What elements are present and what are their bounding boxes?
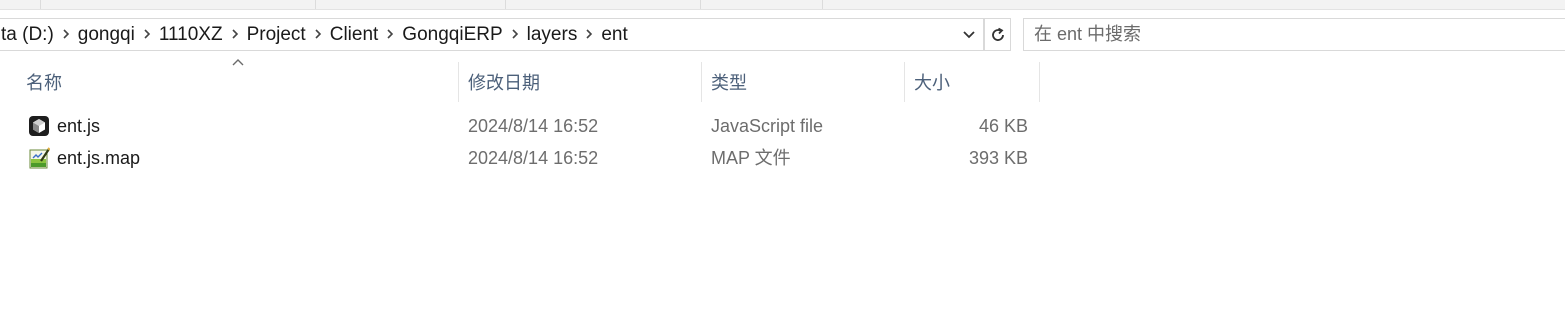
column-header-date[interactable]: 修改日期 [468,62,698,102]
file-row[interactable]: ent.js 2024/8/14 16:52 JavaScript file 4… [0,110,1040,142]
chevron-right-icon[interactable] [312,28,324,40]
javascript-file-icon [29,116,49,136]
breadcrumb-segment[interactable]: GongqiERP [396,24,508,46]
breadcrumb-segment[interactable]: Project [241,24,312,46]
breadcrumb: ta (D:) gongqi 1110XZ Project Client Gon… [0,19,634,50]
file-name: ent.js.map [57,148,141,168]
chevron-right-icon[interactable] [141,28,153,40]
breadcrumb-segment[interactable]: 1110XZ [153,24,229,46]
file-type: MAP 文件 [711,148,791,168]
column-header-label: 修改日期 [468,73,540,93]
chevron-right-icon[interactable] [583,28,595,40]
column-header-type[interactable]: 类型 [711,62,901,102]
column-header-size[interactable]: 大小 [914,62,1034,102]
column-divider[interactable] [904,62,905,102]
ribbon-separator [822,0,823,9]
file-date: 2024/8/14 16:52 [468,116,599,136]
breadcrumb-segment[interactable]: layers [521,24,584,46]
chevron-right-icon[interactable] [384,28,396,40]
chevron-right-icon[interactable] [60,28,72,40]
column-header-label: 类型 [711,73,747,93]
file-type: JavaScript file [711,116,824,136]
file-name: ent.js [57,116,101,136]
chevron-right-icon[interactable] [509,28,521,40]
breadcrumb-segment[interactable]: ta (D:) [0,24,60,46]
refresh-icon [991,27,1004,41]
file-row[interactable]: ent.js.map 2024/8/14 16:52 MAP 文件 393 KB [0,142,1040,174]
address-bar[interactable]: ta (D:) gongqi 1110XZ Project Client Gon… [0,18,984,51]
file-date: 2024/8/14 16:52 [468,148,599,168]
map-file-icon [29,147,50,169]
ribbon-separator [700,0,701,9]
search-input[interactable] [1024,19,1565,50]
column-divider[interactable] [1039,62,1040,102]
breadcrumb-segment[interactable]: Client [324,24,385,46]
breadcrumb-segment[interactable]: ent [595,24,633,46]
column-divider[interactable] [701,62,702,102]
file-size: 46 KB [978,116,1028,136]
search-box[interactable] [1023,18,1565,51]
chevron-right-icon[interactable] [229,28,241,40]
ribbon-separator [505,0,506,9]
refresh-button[interactable] [984,18,1011,51]
ribbon-separator [40,0,41,9]
column-header-label: 大小 [914,73,950,93]
file-size: 393 KB [968,148,1028,168]
column-header-label: 名称 [26,73,62,93]
column-header-name[interactable]: 名称 [26,62,456,102]
column-divider[interactable] [458,62,459,102]
ribbon-separator [315,0,316,9]
breadcrumb-segment[interactable]: gongqi [72,24,141,46]
address-history-dropdown[interactable] [955,19,983,50]
ribbon-collapsed-strip [0,0,1565,10]
chevron-down-icon [963,30,975,38]
